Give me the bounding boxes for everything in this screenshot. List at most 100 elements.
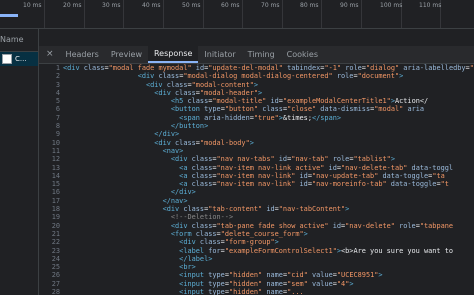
timeline-tick-label: 110 ms [419,2,442,9]
line-number: 15 [51,180,60,189]
code-line: 17 </nav> [39,197,474,205]
code-line: 23 <label for="exampleFormControlSelect1… [39,247,474,255]
line-number: 10 [51,138,60,147]
code-text: <div class="form-group"> [179,238,279,247]
line-number: 20 [51,221,60,230]
code-line: 10 <div class="modal-body"> [39,139,474,147]
tab-initiator[interactable]: Initiator [198,46,241,63]
code-text: <div class="tab-content" id="nav-tabCont… [162,205,350,214]
code-line: 21 <form class="delete_course_form"> [39,230,474,238]
code-line: 26 <input type="hidden" name="cid" value… [39,271,474,279]
line-number: 19 [51,213,60,222]
code-line: 6 <button type="button" class="close" da… [39,105,474,113]
line-number: 25 [51,263,60,272]
code-line: 25 <br> [39,263,474,271]
timeline-tick-label: 50 ms [182,2,201,9]
code-line: 9 </div> [39,130,474,138]
tab-timing[interactable]: Timing [242,46,281,63]
line-number: 16 [51,188,60,197]
line-number: 7 [55,113,60,122]
code-text: <h5 class="modal-title" id="exampleModal… [170,97,429,106]
timeline-gridline [242,0,243,28]
line-number: 1 [55,64,60,72]
line-number: 18 [51,205,60,214]
code-line: 27 <input type="hidden" name="sem" value… [39,280,474,288]
code-text: <div class="nav nav-tabs" id="nav-tab" r… [170,155,395,164]
request-name-column: Name C... [0,29,39,295]
code-line: 3 <div class="modal-content"> [39,81,474,89]
line-number: 17 [51,196,60,205]
tab-headers[interactable]: Headers [60,46,105,63]
code-text: <!--Deletion--> [170,213,234,222]
code-line: 4 <div class="modal-header"> [39,89,474,97]
line-number: 23 [51,246,60,255]
line-number: 24 [51,254,60,263]
code-line: 15 <a class="nav-item nav-link" id="nav-… [39,180,474,188]
code-text: <span aria-hidden="true">&times;</span> [179,113,342,122]
timeline-gridline [321,0,322,28]
line-number: 6 [55,105,60,114]
timeline-gridline [361,0,362,28]
name-column-header: Name [0,29,38,52]
code-text: <input type="hidden" name="cid" value="U… [179,271,383,280]
detail-tab-strip: × Headers Preview Response Initiator Tim… [39,46,474,64]
line-number: 2 [55,72,60,81]
timeline-tick-label: 30 ms [102,2,121,9]
timeline-gridline [203,0,204,28]
code-line: 11 <nav> [39,147,474,155]
timeline-tick-label: 70 ms [261,2,280,9]
code-text: <input type="hidden" name="... [179,288,304,295]
request-row[interactable]: C... [0,52,38,66]
request-row-label: C... [15,55,27,63]
code-text: <button type="button" class="close" data… [170,105,425,114]
code-line: 18 <div class="tab-content" id="nav-tabC… [39,205,474,213]
line-number: 8 [55,122,60,131]
timeline-tick-label: 40 ms [142,2,161,9]
code-text: </button> [170,122,209,131]
timeline-gridline [282,0,283,28]
code-text: <nav> [162,146,184,155]
line-number: 9 [55,130,60,139]
code-line: 24 </label> [39,255,474,263]
code-text: </div> [170,188,196,197]
timeline-tick-label: 80 ms [300,2,319,9]
code-text: <form class="delete_course_form"> [170,229,308,238]
code-text: <br> [179,263,196,272]
line-number: 4 [55,88,60,97]
line-number: 21 [51,229,60,238]
timeline-tick-label: 90 ms [340,2,359,9]
code-text: <a class="nav-item nav-link active" id="… [179,163,454,172]
tab-response[interactable]: Response [147,46,199,63]
line-number: 5 [55,97,60,106]
timeline-request-bar [0,14,18,17]
line-number: 3 [55,80,60,89]
timeline-overview[interactable]: 10 ms 20 ms 30 ms 40 ms 50 ms 60 ms 70 ms 80 ms… [0,0,474,29]
code-line: 1 <div class="modal fade mymodal" id="upd… [39,64,474,72]
line-number: 26 [51,271,60,280]
code-line: 20 <div class="tab-pane fade show active… [39,222,474,230]
code-line: 12 <div class="nav nav-tabs" id="nav-tab… [39,155,474,163]
code-line: 13 <a class="nav-item nav-link active" i… [39,164,474,172]
tab-preview[interactable]: Preview [105,46,148,63]
code-line: 14 <a class="nav-item nav-link" id="nav-… [39,172,474,180]
response-code-viewer[interactable]: 1 <div class="modal fade mymodal" id="upd… [39,64,474,295]
code-line: 22 <div class="form-group"> [39,238,474,246]
code-line: 7 <span aria-hidden="true">&times;</span… [39,114,474,122]
timeline-tick-label: 60 ms [221,2,240,9]
code-text: <a class="nav-item nav-link" id="nav-mor… [179,180,449,189]
code-line: 8 </button> [39,122,474,130]
line-number: 22 [51,238,60,247]
timeline-tick-label: 20 ms [63,2,82,9]
code-text: <div class="modal-header"> [154,88,263,97]
line-number: 11 [51,146,60,155]
close-icon[interactable]: × [39,46,60,63]
timeline-tick-label: 10 ms [23,2,42,9]
code-line: 19 <!--Deletion--> [39,213,474,221]
code-text: <div class="modal fade mymodal" id="upda… [63,64,474,72]
code-text: <input type="hidden" name="sem" value="4… [179,279,354,288]
timeline-gridline [163,0,164,28]
timeline-tick-label: 100 ms [380,2,403,9]
timeline-gridline [44,0,45,28]
code-line: 2 <div class="modal-dialog modal-dialog-… [39,72,474,80]
tab-cookies[interactable]: Cookies [281,46,324,63]
